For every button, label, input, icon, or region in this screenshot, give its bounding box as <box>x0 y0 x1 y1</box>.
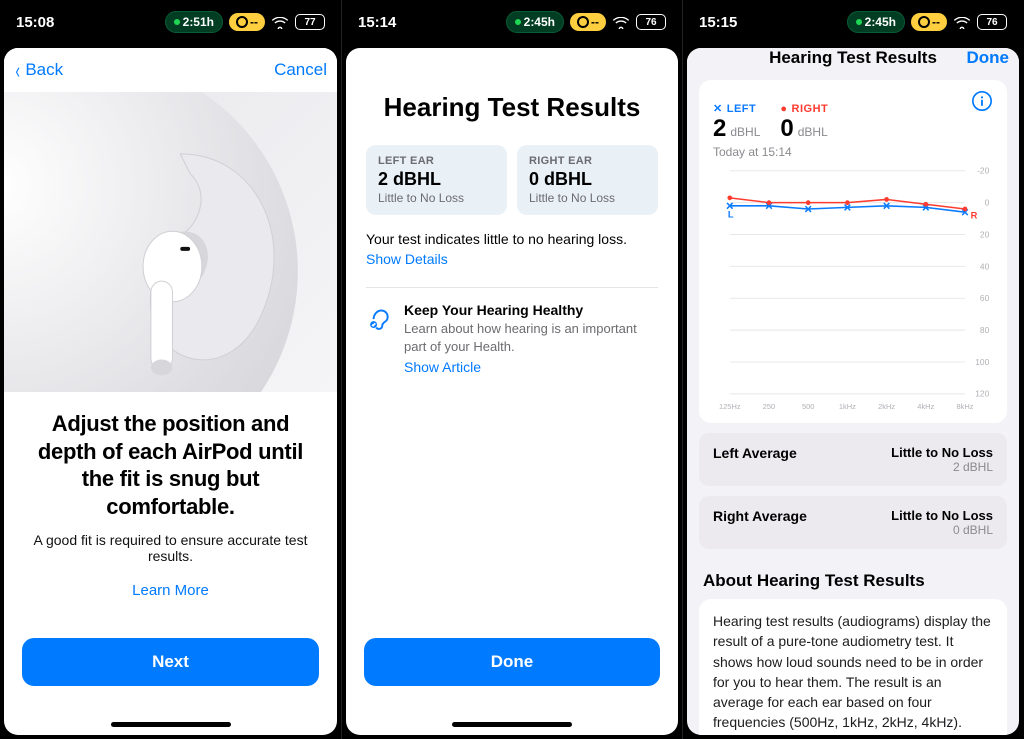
navbar: Hearing Test Results Done <box>687 48 1019 68</box>
navbar: ‹Back Cancel <box>4 48 337 92</box>
svg-text:100: 100 <box>975 357 989 367</box>
svg-text:L: L <box>728 209 734 220</box>
svg-text:125Hz: 125Hz <box>719 402 741 411</box>
right-ear-value: 0 dBHL <box>529 169 646 190</box>
next-button[interactable]: Next <box>22 638 319 686</box>
svg-text:-20: -20 <box>977 166 989 176</box>
summary-text: Your test indicates little to no hearing… <box>366 231 658 247</box>
chart-legend: ✕ LEFT 2 dBHL ● RIGHT 0 dBHL <box>713 90 993 143</box>
focus-pill[interactable]: -- <box>570 13 606 31</box>
tip-title: Keep Your Hearing Healthy <box>404 302 648 318</box>
svg-text:2kHz: 2kHz <box>878 402 895 411</box>
right-avg-label: Right Average <box>713 508 807 537</box>
right-avg-sub: 0 dBHL <box>891 523 993 537</box>
right-ear-card: RIGHT EAR 0 dBHL Little to No Loss <box>517 145 658 215</box>
wifi-icon <box>271 16 289 28</box>
left-ear-value: 2 dBHL <box>378 169 495 190</box>
activity-pill[interactable]: 2:45h <box>847 11 905 33</box>
fit-heading: Adjust the position and depth of each Ai… <box>32 410 309 520</box>
svg-text:120: 120 <box>975 389 989 399</box>
done-button[interactable]: Done <box>967 48 1010 68</box>
left-avg-label: Left Average <box>713 445 797 474</box>
phone-3: 15:15 2:45h -- 76 Hearing Test Results D… <box>682 0 1023 739</box>
wifi-icon <box>612 16 630 28</box>
fit-subheading: A good fit is required to ensure accurat… <box>32 532 309 564</box>
focus-pill[interactable]: -- <box>229 13 265 31</box>
battery-indicator: 76 <box>636 14 666 30</box>
audiogram-plot[interactable]: -20 0 20 40 60 80 100 120 125Hz 250 500 1kHz 2kHz 4kH… <box>713 165 993 415</box>
wifi-icon <box>953 16 971 28</box>
status-time: 15:14 <box>358 14 396 31</box>
right-avg-value: Little to No Loss <box>891 508 993 523</box>
left-ear-sub: Little to No Loss <box>378 191 495 205</box>
cancel-button[interactable]: Cancel <box>274 60 327 80</box>
airpod-ear-illustration <box>4 92 337 392</box>
svg-text:60: 60 <box>980 293 990 303</box>
svg-text:500: 500 <box>802 402 814 411</box>
left-avg-sub: 2 dBHL <box>891 460 993 474</box>
divider <box>366 287 658 288</box>
legend-right-unit: dBHL <box>798 125 828 139</box>
left-ear-label: LEFT EAR <box>378 155 495 167</box>
right-marker-icon: ● <box>780 103 787 115</box>
svg-text:0: 0 <box>985 197 990 207</box>
phone-2: 15:14 2:45h -- 76 Hearing Test Results L… <box>341 0 682 739</box>
right-average-card: Right Average Little to No Loss 0 dBHL <box>699 496 1007 549</box>
battery-indicator: 77 <box>295 14 325 30</box>
ear-health-icon <box>366 302 392 377</box>
audiogram-card: ✕LEFT 2dBHL ●RIGHT 0dBHL Today at 15:14 … <box>699 80 1007 423</box>
about-heading: About Hearing Test Results <box>703 571 1003 591</box>
activity-pill[interactable]: 2:51h <box>165 11 223 33</box>
learn-more-link[interactable]: Learn More <box>132 582 209 599</box>
legend-left-unit: dBHL <box>730 125 760 139</box>
chart-timestamp: Today at 15:14 <box>713 145 993 159</box>
left-ear-card: LEFT EAR 2 dBHL Little to No Loss <box>366 145 507 215</box>
tip-desc: Learn about how hearing is an important … <box>404 320 648 355</box>
svg-text:250: 250 <box>763 402 775 411</box>
info-icon[interactable] <box>971 90 993 112</box>
status-time: 15:08 <box>16 14 54 31</box>
svg-text:40: 40 <box>980 261 990 271</box>
status-time: 15:15 <box>699 14 737 31</box>
legend-left-label: LEFT <box>727 103 757 115</box>
sheet-results: Hearing Test Results LEFT EAR 2 dBHL Lit… <box>346 48 678 735</box>
left-average-card: Left Average Little to No Loss 2 dBHL <box>699 433 1007 486</box>
show-article-link[interactable]: Show Article <box>404 359 481 375</box>
chevron-left-icon: ‹ <box>15 65 19 76</box>
svg-text:20: 20 <box>980 229 990 239</box>
back-button[interactable]: ‹Back <box>14 60 63 80</box>
left-avg-value: Little to No Loss <box>891 445 993 460</box>
svg-text:8kHz: 8kHz <box>956 402 973 411</box>
battery-indicator: 76 <box>977 14 1007 30</box>
activity-pill[interactable]: 2:45h <box>506 11 564 33</box>
sheet-fit: ‹Back Cancel Adj <box>4 48 337 735</box>
right-ear-label: RIGHT EAR <box>529 155 646 167</box>
svg-text:4kHz: 4kHz <box>917 402 934 411</box>
svg-text:80: 80 <box>980 325 990 335</box>
status-bar: 15:14 2:45h -- 76 <box>342 0 682 44</box>
status-bar: 15:15 2:45h -- 76 <box>683 0 1023 44</box>
sheet-audiogram: Hearing Test Results Done ✕ LEFT 2 dBHL ● R… <box>687 48 1019 735</box>
about-body: Hearing test results (audiograms) displa… <box>699 599 1007 735</box>
svg-text:1kHz: 1kHz <box>839 402 856 411</box>
svg-text:R: R <box>971 211 978 222</box>
legend-right-value: 0 <box>780 115 793 143</box>
results-title: Hearing Test Results <box>366 92 658 123</box>
home-indicator[interactable] <box>111 722 231 727</box>
focus-pill[interactable]: -- <box>911 13 947 31</box>
done-button[interactable]: Done <box>364 638 660 686</box>
left-marker-icon: ✕ <box>713 102 723 115</box>
legend-right-label: RIGHT <box>792 103 829 115</box>
status-bar: 15:08 2:51h -- 77 <box>0 0 341 44</box>
show-details-link[interactable]: Show Details <box>366 251 448 267</box>
home-indicator[interactable] <box>452 722 572 727</box>
health-tip[interactable]: Keep Your Hearing Healthy Learn about ho… <box>366 302 658 377</box>
right-ear-sub: Little to No Loss <box>529 191 646 205</box>
legend-left-value: 2 <box>713 115 726 143</box>
phone-1: 15:08 2:51h -- 77 ‹Back Cancel <box>0 0 341 739</box>
